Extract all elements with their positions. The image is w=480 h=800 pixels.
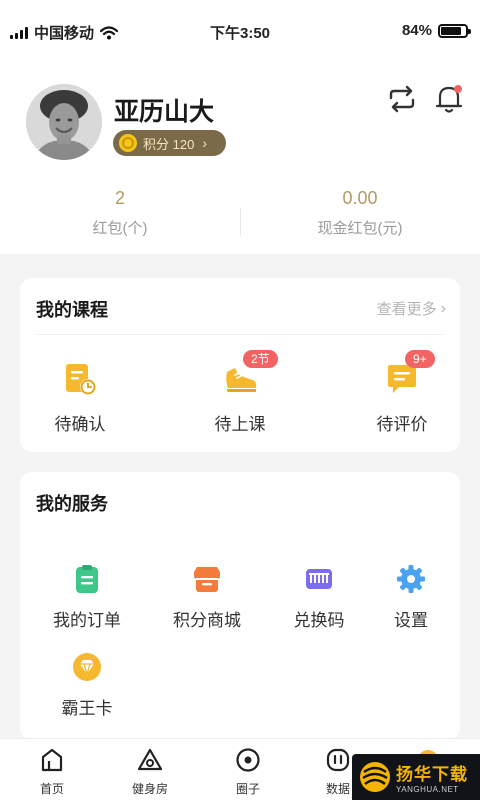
notification-dot xyxy=(454,85,462,93)
stat-label: 红包(个) xyxy=(92,220,148,237)
divider xyxy=(36,334,444,335)
bell-icon[interactable] xyxy=(434,82,464,114)
tab-home[interactable]: 首页 xyxy=(4,747,100,797)
comment-icon: 9+ xyxy=(385,350,435,396)
status-bar: 中国移动 下午3:50 84% xyxy=(0,0,480,66)
gear-icon xyxy=(396,564,426,594)
course-item-upcoming[interactable]: 2节 待上课 xyxy=(180,350,300,435)
chevron-right-icon: › xyxy=(202,135,207,151)
coin-icon xyxy=(119,134,137,152)
stat-label: 现金红包(元) xyxy=(317,220,403,237)
service-item-label: 积分商城 xyxy=(173,611,241,630)
watermark-logo: 扬华下载 YANGHUA.NET xyxy=(352,754,480,800)
stat-value: 2 xyxy=(114,188,125,208)
my-services-card: 我的服务 我的订单 积分商城 兑换码 设置 霸王卡 xyxy=(20,472,460,740)
circle-icon xyxy=(236,748,260,772)
service-item-label: 我的订单 xyxy=(53,611,121,630)
profile-header: 亚历山大 积分 120 › 2 红包(个) 0.00 现金红包(元) xyxy=(0,66,480,254)
tab-gym[interactable]: 健身房 xyxy=(102,747,198,797)
battery-icon xyxy=(438,23,471,38)
user-name: 亚历山大 xyxy=(114,98,215,126)
diamond-icon xyxy=(72,652,102,682)
view-more-link[interactable]: 查看更多 › xyxy=(377,298,446,319)
course-item-label: 待确认 xyxy=(54,415,106,434)
tab-label: 首页 xyxy=(39,782,64,796)
watermark-text: 扬华下载 YANGHUA.NET xyxy=(396,760,468,794)
home-icon xyxy=(41,748,63,772)
order-icon xyxy=(72,564,102,594)
yanghua-logo-icon xyxy=(360,762,390,792)
stat-value: 0.00 xyxy=(342,188,378,208)
battery-fill xyxy=(441,26,462,35)
course-item-to-review[interactable]: 9+ 待评价 xyxy=(342,350,462,435)
gym-icon xyxy=(137,748,163,771)
stat-cash-red-packet[interactable]: 0.00 现金红包(元) xyxy=(240,188,480,238)
service-item-label: 设置 xyxy=(394,611,428,630)
avatar[interactable] xyxy=(26,84,102,160)
view-more-label: 查看更多 xyxy=(376,301,437,318)
chevron-right-icon: › xyxy=(440,299,446,317)
course-item-pending-confirm[interactable]: 待确认 xyxy=(20,362,140,435)
watermark-cn: 扬华下载 xyxy=(396,765,468,784)
service-item-points-mall[interactable]: 积分商城 xyxy=(152,564,262,631)
service-item-orders[interactable]: 我的订单 xyxy=(32,564,142,631)
sneaker-icon: 2节 xyxy=(223,350,278,396)
watermark-en: YANGHUA.NET xyxy=(396,785,459,794)
code-icon xyxy=(304,564,334,594)
status-right: 84% xyxy=(401,22,471,39)
course-badge: 9+ xyxy=(405,350,435,368)
swap-icon[interactable] xyxy=(386,84,418,114)
my-courses-title: 我的课程 xyxy=(36,300,108,320)
my-courses-card: 我的课程 查看更多 › 待确认 2节 待上课 9+ 待评价 xyxy=(20,278,460,452)
service-item-settings[interactable]: 设置 xyxy=(356,564,466,631)
data-icon xyxy=(326,748,350,772)
points-button[interactable]: 积分 120 › xyxy=(113,130,226,156)
course-badge: 2节 xyxy=(243,350,278,368)
avatar-image xyxy=(26,84,102,160)
pending-confirm-icon xyxy=(63,362,97,396)
stats-row: 2 红包(个) 0.00 现金红包(元) xyxy=(0,188,480,248)
tab-label: 圈子 xyxy=(235,782,260,796)
service-item-label: 霸王卡 xyxy=(61,699,113,718)
battery-percent: 84% xyxy=(401,22,432,39)
course-item-label: 待评价 xyxy=(376,415,428,434)
service-item-vip-card[interactable]: 霸王卡 xyxy=(32,652,142,719)
course-item-label: 待上课 xyxy=(214,415,266,434)
my-services-title: 我的服务 xyxy=(36,494,108,514)
stat-red-packet[interactable]: 2 红包(个) xyxy=(0,188,240,238)
tab-label: 健身房 xyxy=(131,782,168,796)
shop-icon xyxy=(192,564,222,594)
tab-circle[interactable]: 圈子 xyxy=(200,747,296,797)
points-label: 积分 120 xyxy=(143,136,195,152)
